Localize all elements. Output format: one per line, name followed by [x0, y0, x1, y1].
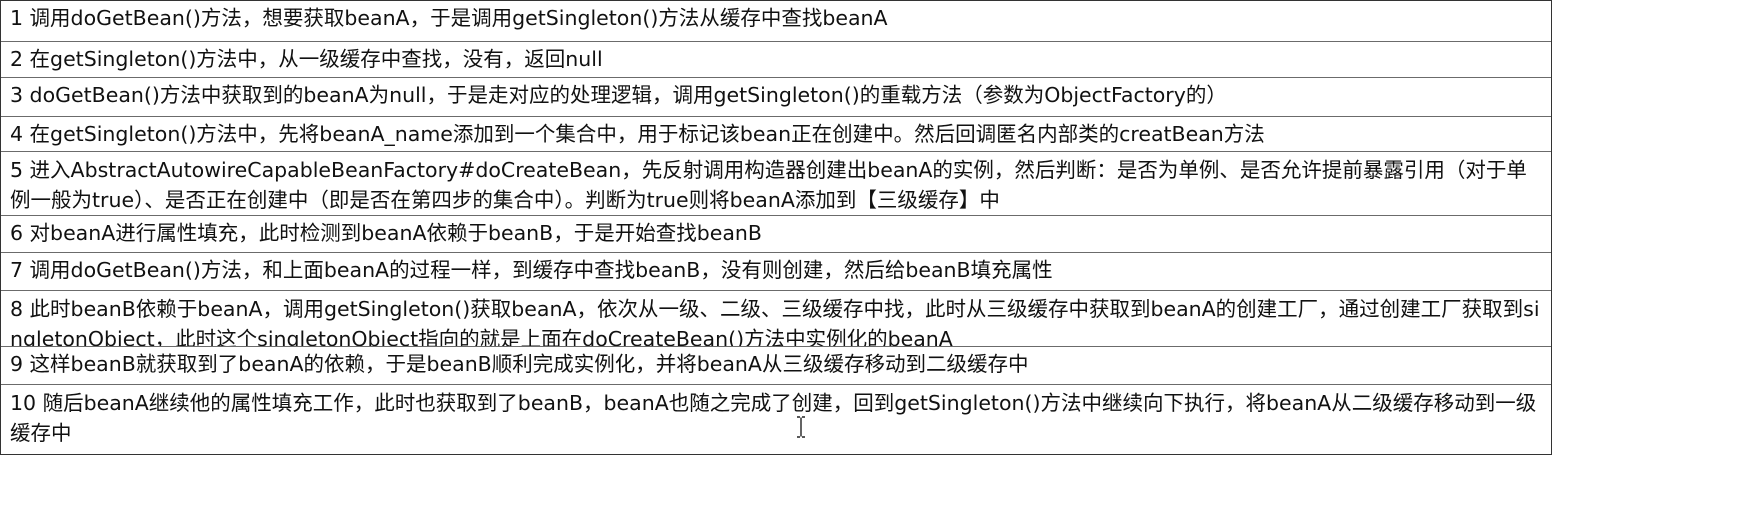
step-text-2: 2 在getSingleton()方法中，从一级缓存中查找，没有，返回null	[10, 47, 603, 71]
step-text-7: 7 调用doGetBean()方法，和上面beanA的过程一样，到缓存中查找be…	[10, 258, 1053, 282]
step-row-10: 10 随后beanA继续他的属性填充工作，此时也获取到了beanB，beanA也…	[1, 384, 1551, 454]
step-row-2: 2 在getSingleton()方法中，从一级缓存中查找，没有，返回null	[1, 41, 1551, 77]
step-text-6: 6 对beanA进行属性填充，此时检测到beanA依赖于beanB，于是开始查找…	[10, 221, 762, 245]
step-text-10: 10 随后beanA继续他的属性填充工作，此时也获取到了beanB，beanA也…	[10, 391, 1537, 445]
step-text-3: 3 doGetBean()方法中获取到的beanA为null，于是走对应的处理逻…	[10, 83, 1227, 107]
step-text-1: 1 调用doGetBean()方法，想要获取beanA，于是调用getSingl…	[10, 6, 888, 30]
step-row-6: 6 对beanA进行属性填充，此时检测到beanA依赖于beanB，于是开始查找…	[1, 215, 1551, 252]
step-row-7: 7 调用doGetBean()方法，和上面beanA的过程一样，到缓存中查找be…	[1, 252, 1551, 290]
step-row-3: 3 doGetBean()方法中获取到的beanA为null，于是走对应的处理逻…	[1, 77, 1551, 116]
steps-table: 1 调用doGetBean()方法，想要获取beanA，于是调用getSingl…	[0, 0, 1552, 455]
step-text-8: 8 此时beanB依赖于beanA，调用getSingleton()获取bean…	[10, 297, 1540, 346]
step-row-4: 4 在getSingleton()方法中，先将beanA_name添加到一个集合…	[1, 116, 1551, 151]
step-text-9: 9 这样beanB就获取到了beanA的依赖，于是beanB顺利完成实例化，并将…	[10, 352, 1029, 376]
text-ibeam-cursor-icon	[797, 416, 805, 438]
step-text-4: 4 在getSingleton()方法中，先将beanA_name添加到一个集合…	[10, 122, 1265, 146]
step-row-8: 8 此时beanB依赖于beanA，调用getSingleton()获取bean…	[1, 290, 1551, 346]
step-row-1: 1 调用doGetBean()方法，想要获取beanA，于是调用getSingl…	[1, 1, 1551, 41]
step-row-9: 9 这样beanB就获取到了beanA的依赖，于是beanB顺利完成实例化，并将…	[1, 346, 1551, 384]
step-text-5: 5 进入AbstractAutowireCapableBeanFactory#d…	[10, 158, 1527, 212]
step-row-5: 5 进入AbstractAutowireCapableBeanFactory#d…	[1, 151, 1551, 215]
